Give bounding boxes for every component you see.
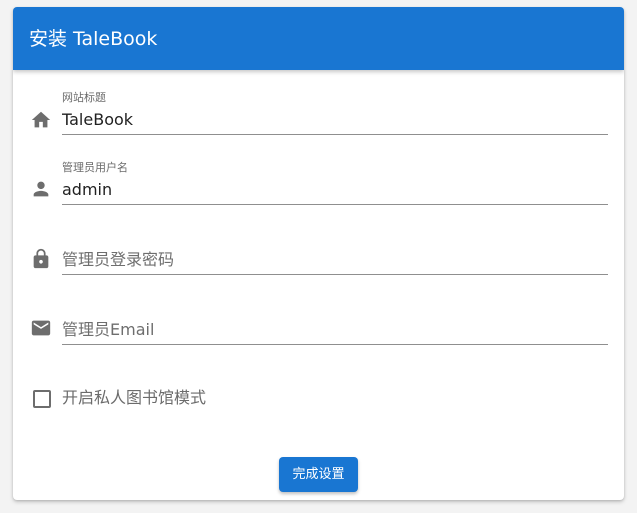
admin-password-input[interactable] xyxy=(62,247,608,271)
admin-password-underline xyxy=(62,274,608,275)
lock-icon xyxy=(30,248,52,270)
card-header: 安装 TaleBook xyxy=(13,7,624,70)
site-title-input[interactable] xyxy=(62,107,608,131)
home-icon xyxy=(30,109,52,131)
admin-password-field xyxy=(13,227,624,287)
admin-username-field: 管理员用户名 xyxy=(13,157,624,217)
finish-setup-button[interactable]: 完成设置 xyxy=(279,457,358,492)
admin-username-label: 管理员用户名 xyxy=(62,161,128,174)
install-card: 安装 TaleBook 网站标题 管理员用户名 开 xyxy=(13,7,624,500)
email-icon xyxy=(30,317,52,339)
admin-email-field xyxy=(13,297,624,357)
private-mode-row[interactable]: 开启私人图书馆模式 xyxy=(13,387,624,413)
site-title-label: 网站标题 xyxy=(62,91,106,104)
private-mode-checkbox[interactable] xyxy=(33,390,51,408)
admin-email-input[interactable] xyxy=(62,317,608,341)
person-icon xyxy=(30,178,52,200)
admin-email-underline xyxy=(62,344,608,345)
private-mode-label[interactable]: 开启私人图书馆模式 xyxy=(62,387,206,409)
site-title-underline xyxy=(62,134,608,135)
admin-username-underline xyxy=(62,204,608,205)
admin-username-input[interactable] xyxy=(62,177,608,201)
page-title: 安装 TaleBook xyxy=(29,28,158,50)
site-title-field: 网站标题 xyxy=(13,87,624,147)
